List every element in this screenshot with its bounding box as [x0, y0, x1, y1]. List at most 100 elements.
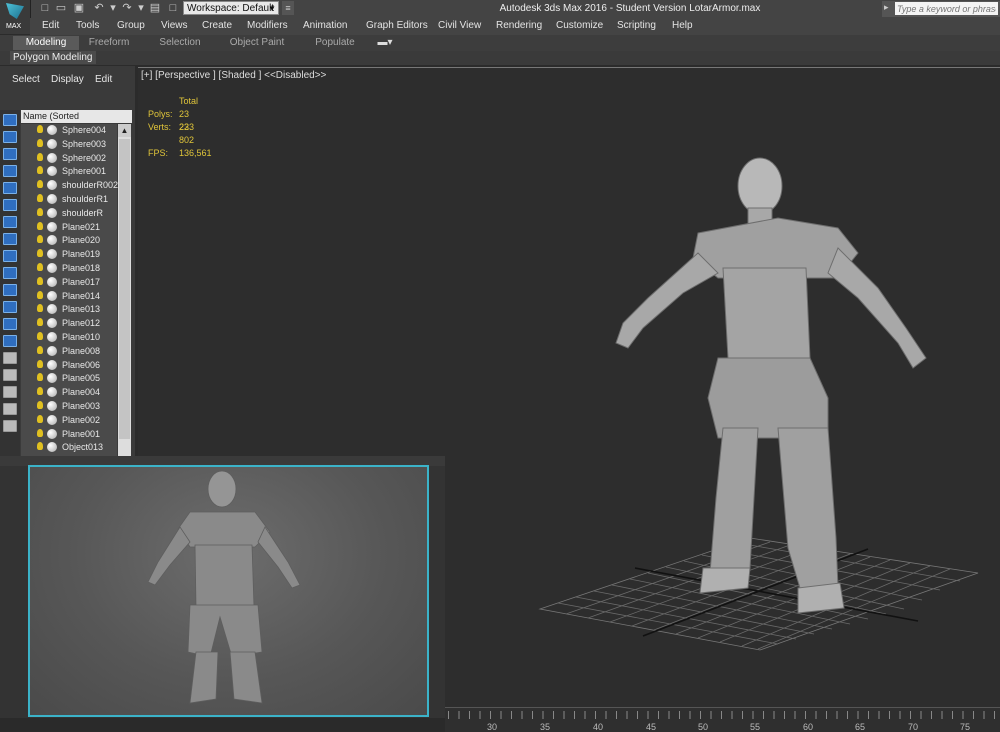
- light-bulb-icon[interactable]: [37, 442, 43, 451]
- list-item[interactable]: Object013: [21, 441, 117, 454]
- collapse-icon[interactable]: [3, 420, 17, 432]
- display-xrefs-icon[interactable]: [3, 250, 17, 262]
- name-column-header[interactable]: Name (Sorted Descending): [21, 110, 132, 134]
- search-arrow-icon[interactable]: ▸: [884, 2, 894, 16]
- app-logo-button[interactable]: MAX: [0, 0, 31, 34]
- project-folder-icon[interactable]: ▤: [148, 2, 162, 15]
- list-item[interactable]: Plane018: [21, 262, 117, 275]
- display-containers-icon[interactable]: [3, 284, 17, 296]
- tab-selection[interactable]: Selection: [158, 36, 202, 50]
- menu-tools[interactable]: Tools: [76, 20, 99, 31]
- menu-civil-view[interactable]: Civil View: [438, 20, 481, 31]
- light-bulb-icon[interactable]: [37, 359, 43, 368]
- display-none-filter-icon[interactable]: [3, 352, 17, 364]
- redo-dropdown-icon[interactable]: ▾: [134, 2, 148, 15]
- tab-object-paint[interactable]: Object Paint: [228, 36, 286, 50]
- tab-freeform[interactable]: Freeform: [86, 36, 132, 50]
- display-none-icon[interactable]: [3, 114, 17, 126]
- light-bulb-icon[interactable]: [37, 428, 43, 437]
- tab-modeling[interactable]: Modeling: [13, 36, 79, 50]
- viewport-label-menu[interactable]: [+] [Perspective ] [Shaded ] <<Disabled>…: [141, 70, 326, 81]
- display-helpers-icon[interactable]: [3, 199, 17, 211]
- light-bulb-icon[interactable]: [37, 194, 43, 202]
- display-all-icon[interactable]: [3, 335, 17, 347]
- hierarchy-icon[interactable]: [3, 403, 17, 415]
- list-item[interactable]: Plane003: [21, 400, 117, 413]
- light-bulb-icon[interactable]: [37, 276, 43, 285]
- polygon-modeling-panel[interactable]: Polygon Modeling: [10, 51, 96, 64]
- display-spacewarps-icon[interactable]: [3, 216, 17, 228]
- workspace-dropdown[interactable]: Workspace: Default ▼: [183, 1, 279, 15]
- light-bulb-icon[interactable]: [37, 332, 43, 340]
- filter-icon[interactable]: [3, 386, 17, 398]
- scrollbar-thumb[interactable]: [119, 139, 130, 439]
- menu-edit[interactable]: Edit: [42, 20, 59, 31]
- light-bulb-icon[interactable]: [37, 304, 43, 313]
- light-bulb-icon[interactable]: [37, 221, 43, 230]
- display-frozen-icon[interactable]: [3, 301, 17, 313]
- list-item[interactable]: Plane021: [21, 221, 117, 234]
- list-item[interactable]: Sphere001: [21, 165, 117, 178]
- list-item[interactable]: Plane017: [21, 276, 117, 289]
- light-bulb-icon[interactable]: [37, 345, 43, 354]
- light-bulb-icon[interactable]: [37, 166, 43, 175]
- scene-menu-select[interactable]: Select: [12, 74, 40, 85]
- menu-help[interactable]: Help: [672, 20, 693, 31]
- light-bulb-icon[interactable]: [37, 263, 43, 271]
- menu-animation[interactable]: Animation: [303, 20, 347, 31]
- menu-graph-editors[interactable]: Graph Editors: [366, 20, 428, 31]
- scene-menu-edit[interactable]: Edit: [95, 74, 112, 85]
- display-shapes-icon[interactable]: [3, 148, 17, 160]
- light-bulb-icon[interactable]: [37, 138, 43, 147]
- ribbon-options-icon[interactable]: ▬▾: [374, 36, 396, 50]
- scene-menu-display[interactable]: Display: [51, 74, 84, 85]
- list-item[interactable]: Plane010: [21, 331, 117, 344]
- light-bulb-icon[interactable]: [37, 401, 43, 409]
- quick-access-menu-icon[interactable]: ≡: [282, 1, 294, 15]
- list-item[interactable]: Sphere003: [21, 138, 117, 151]
- tab-populate[interactable]: Populate: [312, 36, 358, 50]
- list-item[interactable]: Plane008: [21, 345, 117, 358]
- light-bulb-icon[interactable]: [37, 125, 43, 133]
- menu-customize[interactable]: Customize: [556, 20, 603, 31]
- list-item[interactable]: Sphere002: [21, 152, 117, 165]
- display-hidden-icon[interactable]: [3, 318, 17, 330]
- list-item[interactable]: Plane001: [21, 428, 117, 441]
- display-cameras-icon[interactable]: [3, 182, 17, 194]
- light-bulb-icon[interactable]: [37, 290, 43, 299]
- menu-rendering[interactable]: Rendering: [496, 20, 542, 31]
- blank-icon[interactable]: □: [166, 2, 180, 15]
- display-geometry-icon[interactable]: [3, 131, 17, 143]
- list-item[interactable]: Plane005: [21, 372, 117, 385]
- list-item[interactable]: Plane013: [21, 303, 117, 316]
- list-item[interactable]: shoulderR: [21, 207, 117, 220]
- display-bones-icon[interactable]: [3, 267, 17, 279]
- list-item[interactable]: Sphere004: [21, 124, 117, 137]
- list-item[interactable]: Plane004: [21, 386, 117, 399]
- open-file-icon[interactable]: ▭: [54, 2, 68, 15]
- light-bulb-icon[interactable]: [37, 180, 43, 189]
- list-item[interactable]: Plane019: [21, 248, 117, 261]
- list-item[interactable]: Plane002: [21, 414, 117, 427]
- list-item[interactable]: Plane020: [21, 234, 117, 247]
- light-bulb-icon[interactable]: [37, 249, 43, 258]
- menu-modifiers[interactable]: Modifiers: [247, 20, 288, 31]
- save-file-icon[interactable]: ▣: [72, 2, 86, 15]
- menu-views[interactable]: Views: [161, 20, 188, 31]
- new-file-icon[interactable]: □: [38, 2, 52, 15]
- light-bulb-icon[interactable]: [37, 318, 43, 327]
- list-item[interactable]: shoulderR002: [21, 179, 118, 192]
- light-bulb-icon[interactable]: [37, 152, 43, 161]
- light-bulb-icon[interactable]: [37, 373, 43, 382]
- menu-scripting[interactable]: Scripting: [617, 20, 656, 31]
- light-bulb-icon[interactable]: [37, 387, 43, 396]
- scroll-up-icon[interactable]: ▲: [118, 124, 131, 137]
- undo-icon[interactable]: ↶: [92, 2, 106, 15]
- search-input[interactable]: [895, 2, 998, 15]
- display-groups-icon[interactable]: [3, 233, 17, 245]
- light-bulb-icon[interactable]: [37, 207, 43, 216]
- display-lights-icon[interactable]: [3, 165, 17, 177]
- undo-dropdown-icon[interactable]: ▾: [106, 2, 120, 15]
- menu-group[interactable]: Group: [117, 20, 145, 31]
- list-item[interactable]: shoulderR1: [21, 193, 117, 206]
